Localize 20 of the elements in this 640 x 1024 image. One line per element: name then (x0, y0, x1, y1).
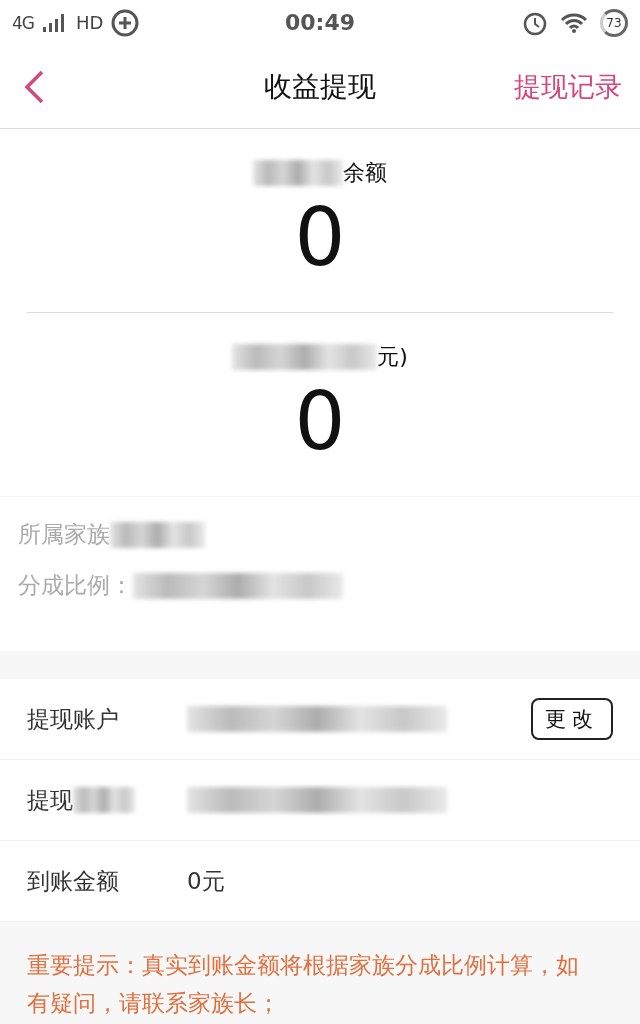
balance-amount: 0 (294, 191, 346, 284)
page-title: 收益提现 (264, 68, 376, 105)
balance-label: 元) (377, 342, 408, 371)
battery-level: 73 (600, 8, 628, 37)
row-label: 到账金额 (27, 866, 119, 896)
row-label: 提现 (27, 785, 73, 815)
row-value: 0元 (187, 866, 225, 896)
notice-text: 重要提示：真实到账金额将根据家族分成比例计算，如有疑问，请联系家族长； (0, 922, 640, 1024)
plus-circle-icon (111, 8, 140, 37)
row-label: 提现账户 (27, 704, 119, 734)
balance-amount: 0 (294, 375, 346, 468)
wifi-icon (560, 11, 588, 34)
withdrawal-history-link[interactable]: 提现记录 (514, 68, 622, 105)
info-label: 所属家族 (18, 520, 110, 549)
status-time: 00:49 (285, 10, 355, 35)
info-label: 分成比例： (18, 571, 133, 600)
hd-label: HD (76, 12, 104, 33)
change-button[interactable]: 更改 (531, 698, 613, 740)
network-label: 4G (12, 12, 34, 33)
balance-label: 余额 (343, 158, 387, 187)
